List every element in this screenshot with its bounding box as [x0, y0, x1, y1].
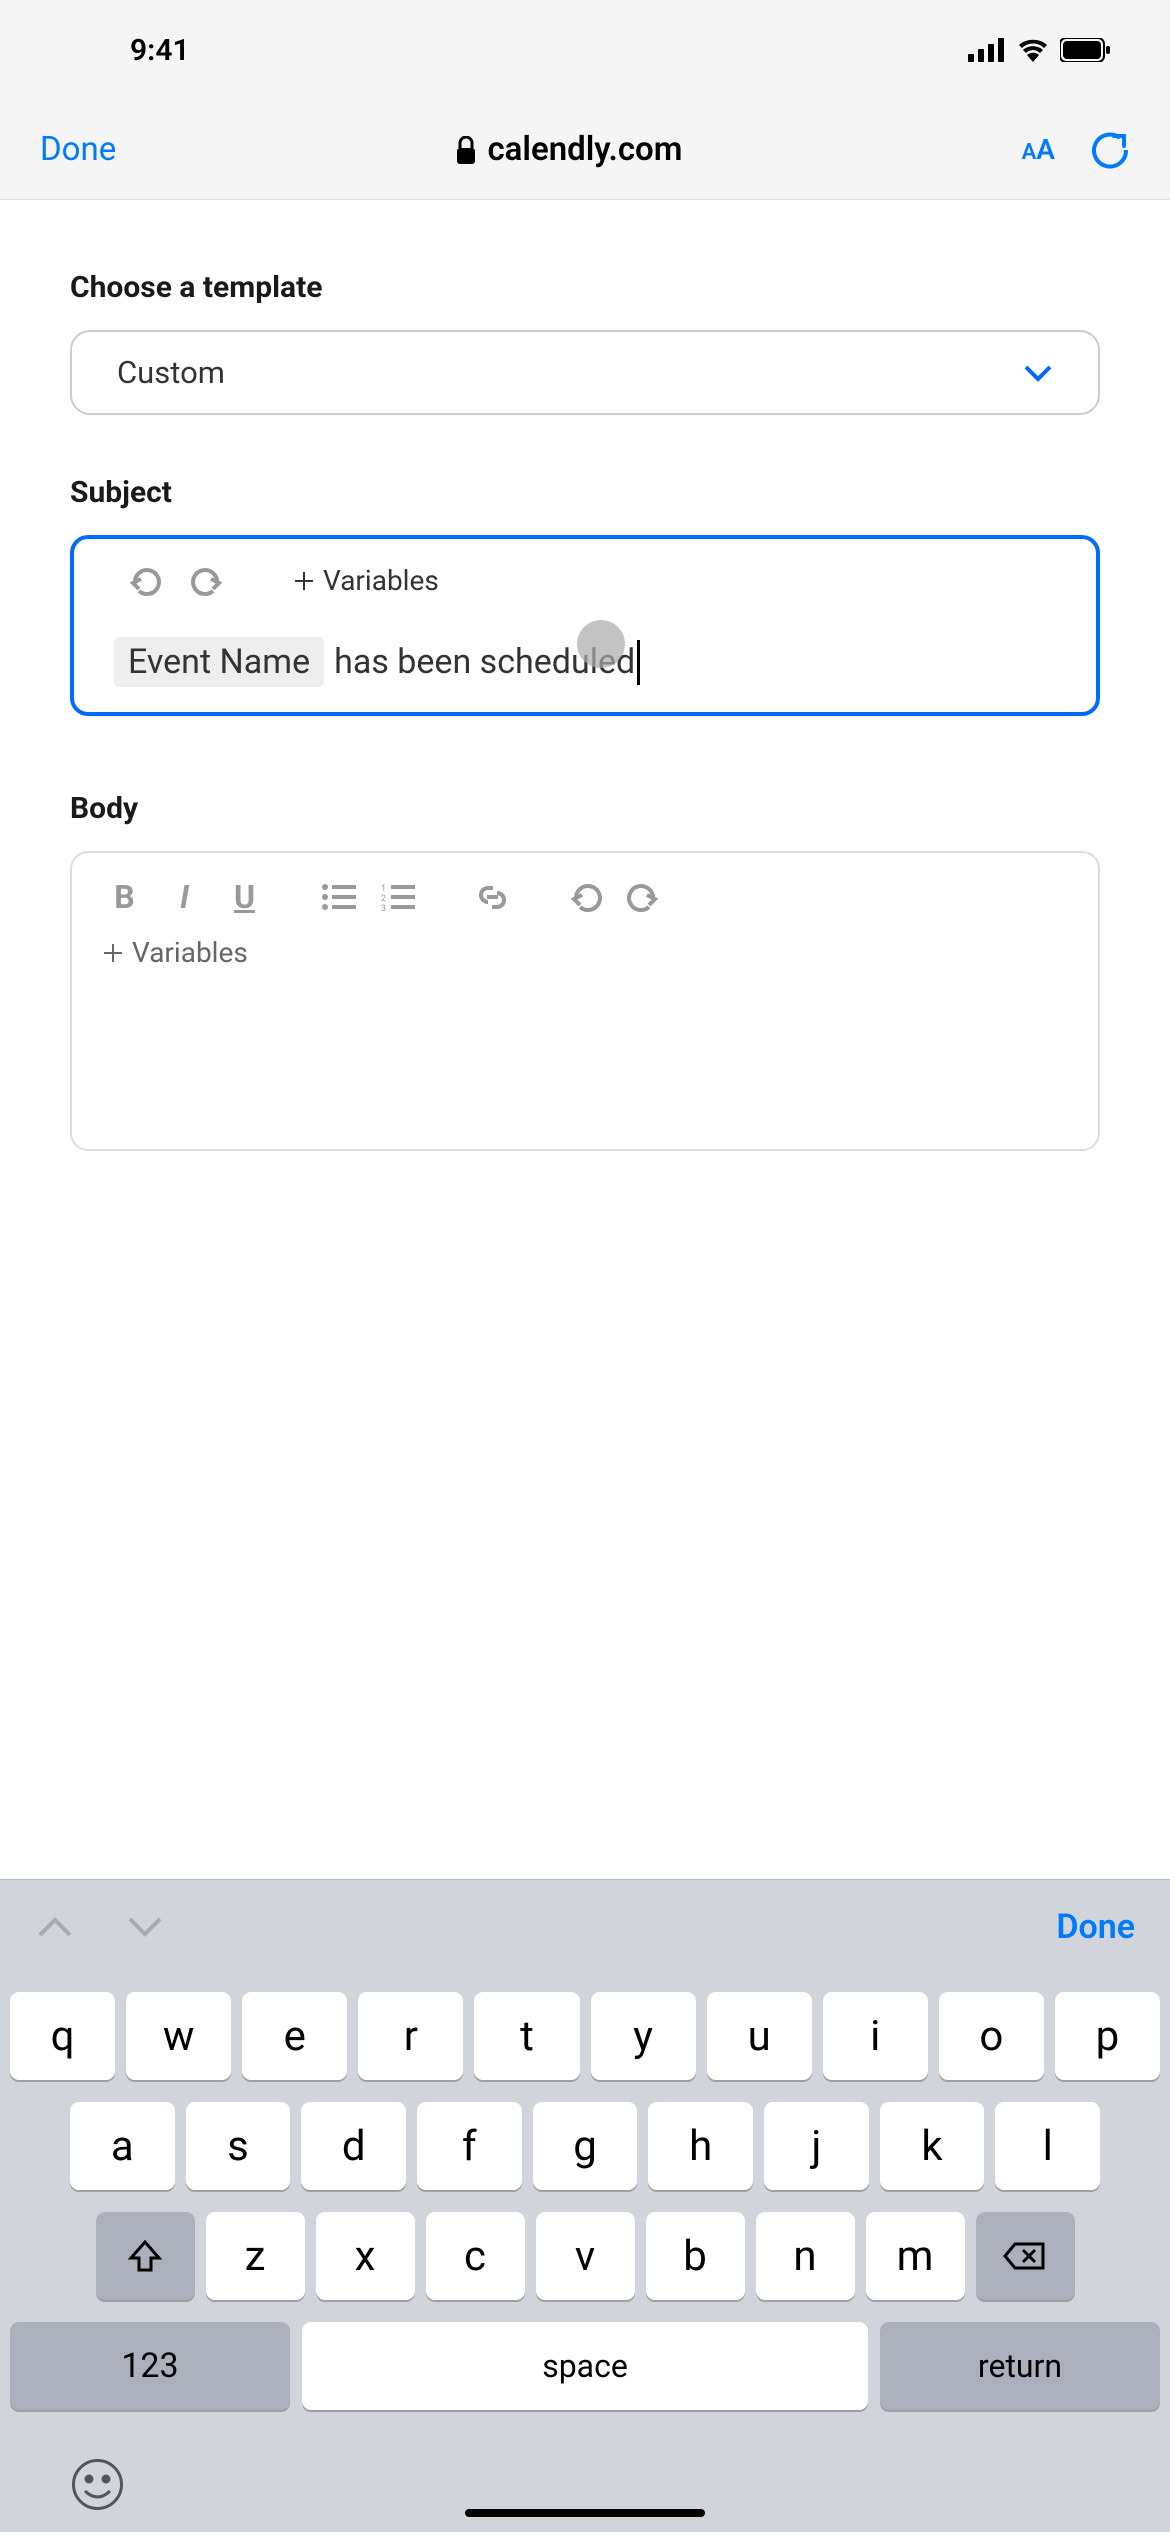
numbers-key[interactable]: 123	[10, 2322, 290, 2410]
body-label: Body	[70, 791, 1100, 826]
space-key[interactable]: space	[302, 2322, 868, 2410]
key-f[interactable]: f	[417, 2102, 522, 2190]
keyboard-bottom	[10, 2432, 1160, 2512]
subject-input[interactable]: Event Name has been scheduled	[104, 637, 1066, 687]
keyboard-done-button[interactable]: Done	[1056, 1907, 1135, 1947]
text-size-icon[interactable]: AA	[1022, 133, 1055, 166]
status-bar: 9:41	[0, 0, 1170, 100]
key-n[interactable]: n	[756, 2212, 855, 2300]
template-value: Custom	[117, 354, 225, 391]
text-cursor	[637, 640, 640, 685]
battery-icon	[1060, 38, 1110, 62]
key-k[interactable]: k	[880, 2102, 985, 2190]
emoji-icon[interactable]	[70, 2457, 125, 2512]
browser-actions: AA	[1022, 130, 1130, 170]
browser-done-button[interactable]: Done	[40, 130, 116, 169]
body-editor[interactable]: B I U 1 2 3	[70, 851, 1100, 1151]
bullet-list-icon[interactable]	[322, 883, 356, 911]
next-field-icon[interactable]	[125, 1915, 165, 1939]
svg-text:1: 1	[381, 884, 386, 894]
content-area: Choose a template Custom Subject Variabl…	[0, 200, 1170, 1879]
subject-editor[interactable]: Variables Event Name has been scheduled	[70, 535, 1100, 716]
key-c[interactable]: c	[426, 2212, 525, 2300]
subject-toolbar: Variables	[104, 564, 1066, 597]
key-t[interactable]: t	[474, 1992, 579, 2080]
key-u[interactable]: u	[707, 1992, 812, 2080]
key-y[interactable]: y	[591, 1992, 696, 2080]
key-d[interactable]: d	[301, 2102, 406, 2190]
key-row-3: z x c v b n m	[10, 2212, 1160, 2300]
key-e[interactable]: e	[242, 1992, 347, 2080]
redo-icon[interactable]	[627, 881, 659, 913]
url-container[interactable]: calendly.com	[116, 130, 1021, 169]
keyboard-accessory-bar: Done	[0, 1879, 1170, 1974]
numbered-list-icon[interactable]: 1 2 3	[381, 883, 415, 911]
add-variables-button[interactable]: Variables	[293, 564, 439, 597]
browser-bar: Done calendly.com AA	[0, 100, 1170, 200]
key-a[interactable]: a	[70, 2102, 175, 2190]
template-dropdown[interactable]: Custom	[70, 330, 1100, 415]
redo-icon[interactable]	[191, 565, 223, 597]
key-i[interactable]: i	[823, 1992, 928, 2080]
plus-icon	[293, 570, 315, 592]
template-label: Choose a template	[70, 270, 1100, 305]
undo-icon[interactable]	[129, 565, 161, 597]
body-variables-label: Variables	[132, 936, 248, 969]
refresh-icon[interactable]	[1090, 130, 1130, 170]
key-m[interactable]: m	[866, 2212, 965, 2300]
undo-icon[interactable]	[570, 881, 602, 913]
key-h[interactable]: h	[648, 2102, 753, 2190]
italic-icon[interactable]: I	[167, 878, 202, 916]
key-row-4: 123 space return	[10, 2322, 1160, 2410]
link-icon[interactable]	[475, 880, 510, 915]
svg-text:3: 3	[381, 904, 386, 911]
touch-indicator	[577, 620, 625, 668]
svg-text:2: 2	[381, 894, 386, 904]
key-b[interactable]: b	[646, 2212, 745, 2300]
status-time: 9:41	[130, 33, 190, 68]
wifi-icon	[1018, 38, 1048, 62]
key-w[interactable]: w	[126, 1992, 231, 2080]
body-toolbar: B I U 1 2 3	[102, 878, 1068, 916]
key-s[interactable]: s	[186, 2102, 291, 2190]
keyboard: q w e r t y u i o p a s d f g h j k l z …	[0, 1974, 1170, 2532]
return-key[interactable]: return	[880, 2322, 1160, 2410]
body-add-variables-button[interactable]: Variables	[102, 936, 1068, 969]
shift-icon	[127, 2238, 163, 2274]
key-v[interactable]: v	[536, 2212, 635, 2300]
url-text: calendly.com	[487, 130, 682, 169]
backspace-icon	[1003, 2240, 1047, 2272]
key-l[interactable]: l	[995, 2102, 1100, 2190]
key-j[interactable]: j	[764, 2102, 869, 2190]
subject-label: Subject	[70, 475, 1100, 510]
underline-icon[interactable]: U	[227, 878, 262, 916]
variables-label: Variables	[323, 564, 439, 597]
backspace-key[interactable]	[976, 2212, 1075, 2300]
bold-icon[interactable]: B	[107, 878, 142, 916]
key-x[interactable]: x	[316, 2212, 415, 2300]
key-g[interactable]: g	[533, 2102, 638, 2190]
plus-icon	[102, 942, 124, 964]
chevron-down-icon	[1023, 364, 1053, 382]
status-icons	[968, 38, 1110, 62]
key-row-1: q w e r t y u i o p	[10, 1992, 1160, 2080]
home-indicator[interactable]	[465, 2509, 705, 2517]
prev-field-icon[interactable]	[35, 1915, 75, 1939]
variable-chip[interactable]: Event Name	[114, 637, 324, 687]
key-o[interactable]: o	[939, 1992, 1044, 2080]
key-z[interactable]: z	[206, 2212, 305, 2300]
key-row-2: a s d f g h j k l	[10, 2102, 1160, 2190]
lock-icon	[455, 136, 477, 164]
signal-icon	[968, 38, 1006, 62]
shift-key[interactable]	[96, 2212, 195, 2300]
key-q[interactable]: q	[10, 1992, 115, 2080]
key-r[interactable]: r	[358, 1992, 463, 2080]
key-p[interactable]: p	[1055, 1992, 1160, 2080]
